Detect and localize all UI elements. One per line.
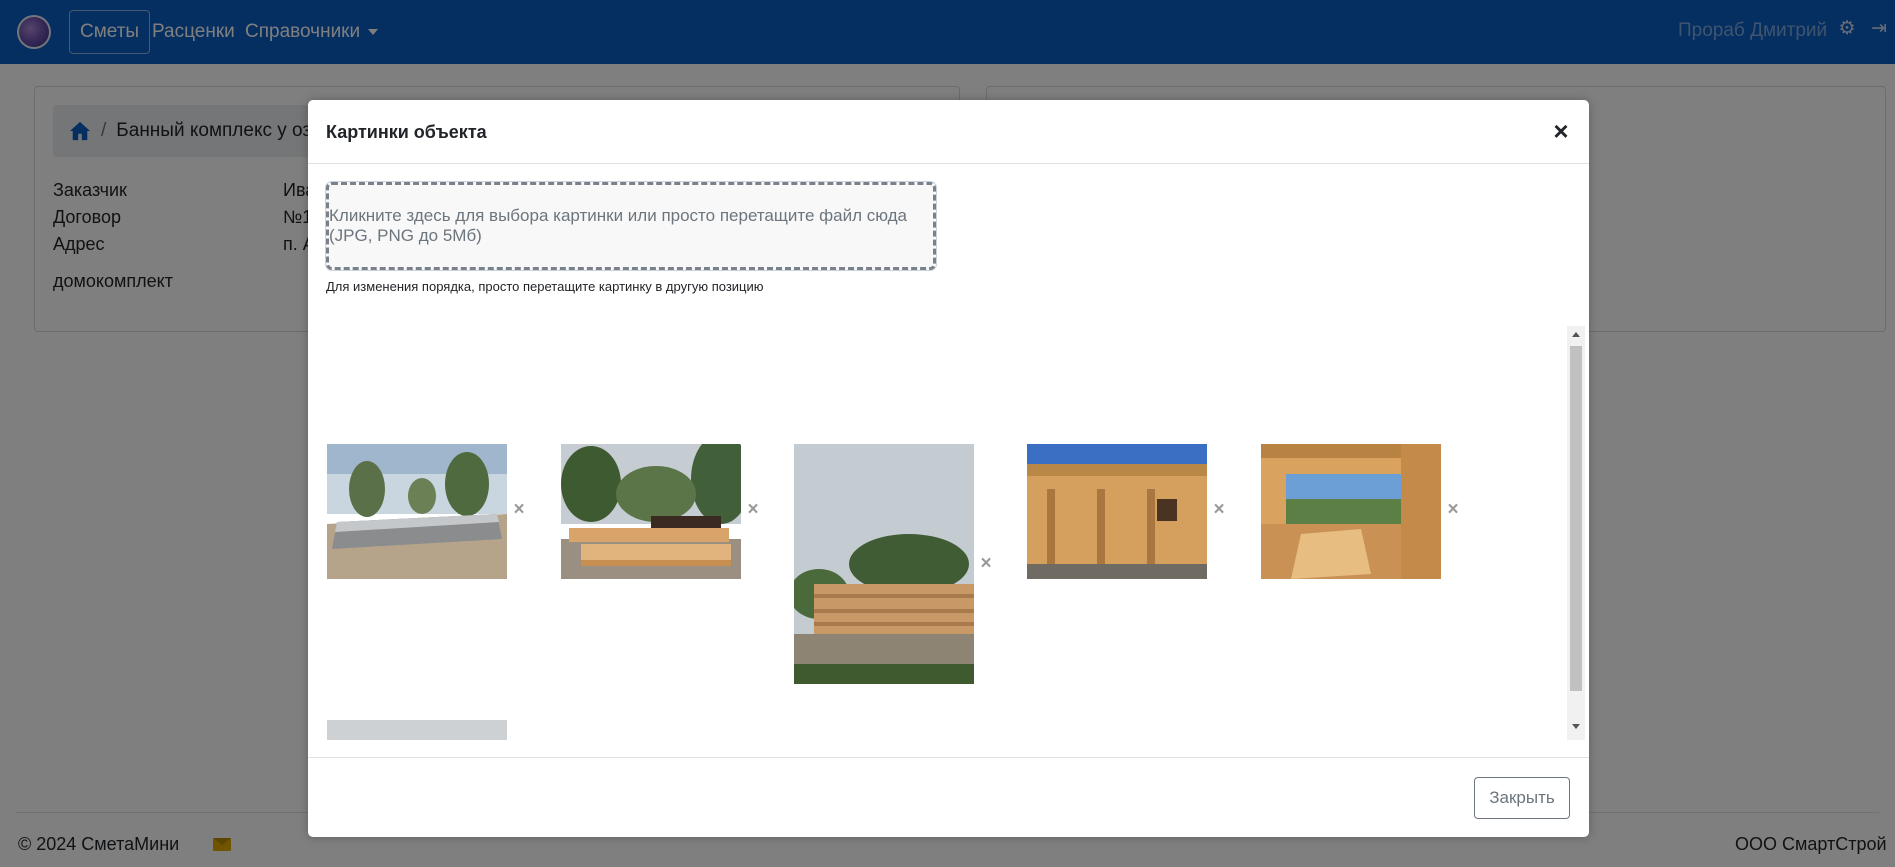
scroll-down-arrow-icon[interactable] <box>1572 724 1580 729</box>
photo-log-house-frame[interactable] <box>794 444 974 684</box>
close-button-label: Закрыть <box>1489 788 1555 807</box>
photo-roof-beams[interactable] <box>1027 444 1207 579</box>
photo-foundation-slab[interactable] <box>327 444 507 579</box>
modal-header: Картинки объекта × <box>308 100 1589 164</box>
close-button[interactable]: Закрыть <box>1474 777 1570 819</box>
images-modal: Картинки объекта × Кликните здесь для вы… <box>308 100 1589 837</box>
scroll-up-arrow-icon[interactable] <box>1572 332 1580 337</box>
dropzone-text: Кликните здесь для выбора картинки или п… <box>329 206 907 245</box>
photo-interior-beams[interactable] <box>1261 444 1441 579</box>
remove-image-2-icon[interactable]: × <box>745 500 761 519</box>
gallery-scrollbar[interactable] <box>1567 326 1585 740</box>
image-dropzone[interactable]: Кликните здесь для выбора картинки или п… <box>326 182 936 270</box>
photo-finished-house[interactable] <box>327 720 507 740</box>
modal-title: Картинки объекта <box>326 122 487 142</box>
scrollbar-thumb[interactable] <box>1570 346 1582 691</box>
remove-image-1-icon[interactable]: × <box>511 500 527 519</box>
close-icon[interactable]: × <box>1548 118 1574 144</box>
remove-image-3-icon[interactable]: × <box>978 554 994 573</box>
photo-log-walls-start[interactable] <box>561 444 741 579</box>
modal-footer: Закрыть <box>308 757 1589 838</box>
remove-image-5-icon[interactable]: × <box>1445 500 1461 519</box>
image-gallery: × × × × × <box>308 326 1589 740</box>
remove-image-4-icon[interactable]: × <box>1211 500 1227 519</box>
reorder-hint: Для изменения порядка, просто перетащите… <box>326 279 764 294</box>
